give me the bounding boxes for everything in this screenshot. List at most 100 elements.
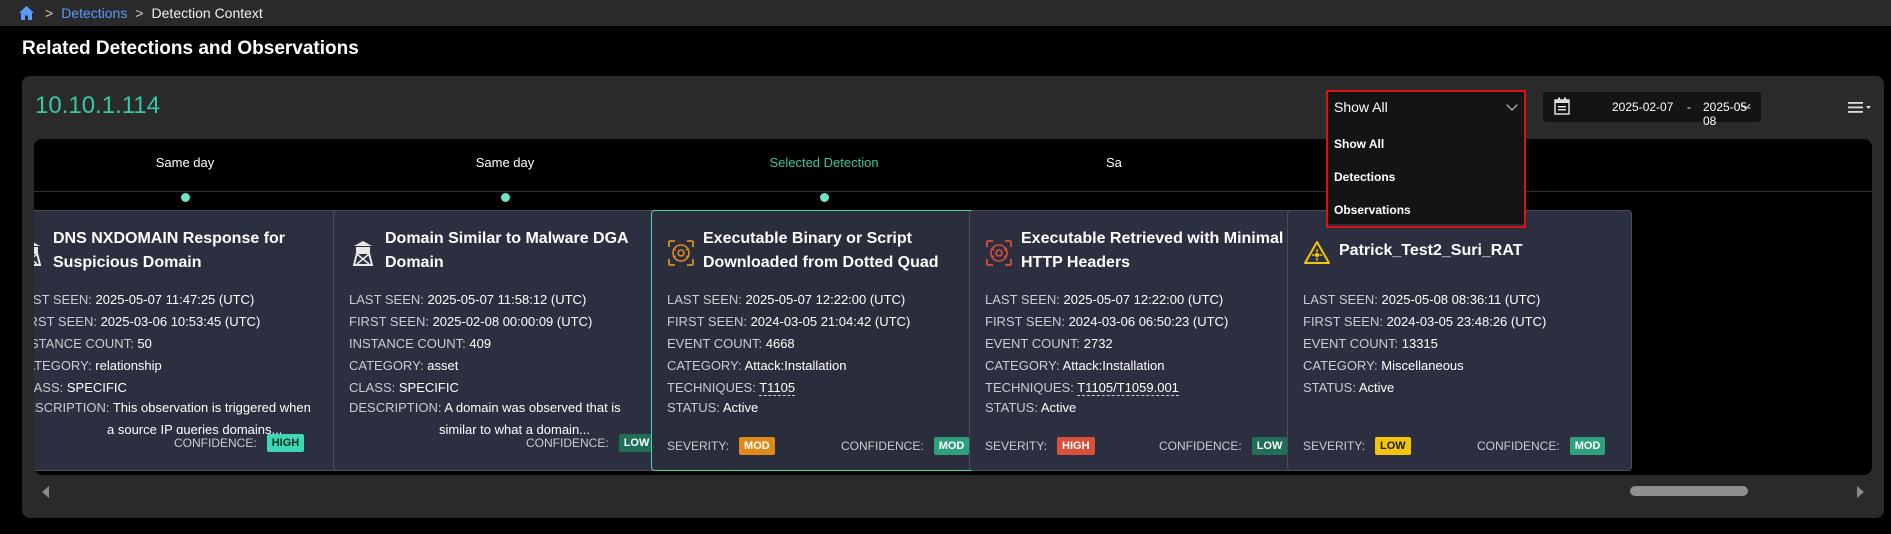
field-value: 2025-05-07 11:47:25 (UTC)	[95, 292, 255, 307]
observation-card[interactable]: Domain Similar to Malware DGA Domain LAS…	[333, 210, 678, 471]
field-value: 2025-03-06 10:53:45 (UTC)	[100, 314, 261, 329]
severity-label: SEVERITY	[1303, 439, 1365, 453]
field-key: DESCRIPTION	[34, 400, 113, 415]
date-end: 2025-05-08	[1703, 100, 1752, 128]
severity-badge: MOD	[739, 437, 775, 455]
scrollbar-thumb[interactable]	[1630, 486, 1748, 496]
severity-badge: HIGH	[1057, 437, 1095, 455]
date-range-picker[interactable]: 2025-02-07 - 2025-05-08	[1543, 92, 1761, 128]
field-key: STATUS	[667, 400, 723, 415]
field-key: CLASS	[349, 380, 399, 395]
confidence: CONFIDENCE LOW	[1159, 437, 1288, 455]
field-value: 4668	[765, 336, 795, 351]
field-value: 2025-05-08 08:36:11 (UTC)	[1381, 292, 1541, 307]
field-key: TECHNIQUES	[667, 380, 759, 395]
field-value: 2025-02-08 00:00:09 (UTC)	[432, 314, 593, 329]
card-title: Domain Similar to Malware DGA Domain	[385, 230, 629, 271]
list-menu-icon[interactable]	[1848, 100, 1872, 114]
scroll-left-arrow-icon[interactable]	[42, 486, 49, 498]
confidence-badge: LOW	[1251, 437, 1288, 455]
field-value: asset	[427, 358, 459, 373]
detection-card[interactable]: Patrick_Test2_Suri_RAT LAST SEEN2025-05-…	[1287, 210, 1632, 471]
field-value: 50	[137, 336, 152, 351]
field-key: LAST SEEN	[34, 292, 96, 307]
chevron-down-icon	[1506, 99, 1518, 111]
bug-target-icon	[986, 240, 1012, 266]
field-key: EVENT COUNT	[985, 336, 1084, 351]
field-value: 2025-05-07 11:58:12 (UTC)	[427, 292, 587, 307]
timeline[interactable]: Same day Same day Selected Detection Sa …	[34, 139, 1872, 475]
technique-link[interactable]: T1105/T1059.001	[1077, 380, 1179, 396]
breadcrumb-separator: >	[135, 5, 144, 21]
field-value: relationship	[95, 358, 162, 373]
confidence-badge: HIGH	[266, 434, 305, 452]
horizontal-scrollbar[interactable]	[34, 484, 1872, 498]
field-value: 2024-03-05 21:04:42 (UTC)	[750, 314, 911, 329]
severity: SEVERITY MOD	[667, 437, 775, 455]
date-start: 2025-02-07	[1612, 100, 1674, 114]
field-key: CATEGORY	[1303, 358, 1381, 373]
severity-label: SEVERITY	[985, 439, 1047, 453]
observation-card[interactable]: DNS NXDOMAIN Response for Suspicious Dom…	[34, 210, 346, 471]
watchtower-icon	[352, 241, 374, 266]
related-panel: 10.10.1.114 Show All Show All Detections…	[22, 76, 1884, 518]
severity: SEVERITY LOW	[1303, 437, 1411, 455]
confidence: CONFIDENCE MOD	[1477, 437, 1606, 455]
filter-option-show-all[interactable]: Show All	[1328, 127, 1526, 160]
field-key: FIRST SEEN	[349, 314, 433, 329]
timeline-dot[interactable]	[500, 193, 510, 202]
filter-select[interactable]: Show All	[1328, 92, 1526, 122]
field-value: Active	[1358, 380, 1395, 395]
home-icon[interactable]	[18, 5, 35, 21]
card-title: DNS NXDOMAIN Response for Suspicious Dom…	[53, 230, 286, 271]
field-key: DESCRIPTION	[349, 400, 444, 415]
field-key: LAST SEEN	[349, 292, 428, 307]
detection-card[interactable]: Executable Retrieved with Minimal HTTP H…	[969, 210, 1314, 471]
ip-address: 10.10.1.114	[35, 92, 161, 119]
timeline-label-selected: Selected Detection	[769, 155, 879, 170]
field-key: CATEGORY	[985, 358, 1063, 373]
confidence-badge: MOD	[933, 437, 970, 455]
field-value: 13315	[1401, 336, 1438, 351]
field-key: CATEGORY	[34, 358, 95, 373]
filter-option-observations[interactable]: Observations	[1328, 193, 1526, 226]
page-title: Related Detections and Observations	[22, 38, 359, 59]
breadcrumb-link-detections[interactable]: Detections	[61, 5, 127, 21]
field-value: SPECIFIC	[66, 380, 127, 395]
description-line: This observation is triggered when	[112, 400, 311, 415]
field-value: Active	[1040, 400, 1077, 415]
field-key: FIRST SEEN	[985, 314, 1069, 329]
timeline-axis	[34, 191, 1872, 192]
confidence: CONFIDENCE LOW	[522, 434, 655, 452]
timeline-label: Same day	[475, 155, 535, 170]
field-value: Attack:Installation	[1062, 358, 1165, 373]
timeline-label: Sa	[1106, 155, 1122, 170]
field-value: 2025-05-07 12:22:00 (UTC)	[745, 292, 906, 307]
severity: SEVERITY HIGH	[985, 437, 1095, 455]
field-value: 2024-03-05 23:48:26 (UTC)	[1386, 314, 1547, 329]
timeline-dot[interactable]	[180, 193, 190, 202]
scroll-right-arrow-icon[interactable]	[1857, 486, 1864, 498]
field-key: TECHNIQUES	[985, 380, 1077, 395]
calendar-icon	[1554, 97, 1570, 115]
field-key: FIRST SEEN	[667, 314, 751, 329]
confidence-label: CONFIDENCE	[174, 436, 257, 450]
field-value: SPECIFIC	[398, 380, 459, 395]
bug-target-icon	[668, 240, 694, 266]
filter-option-detections[interactable]: Detections	[1328, 160, 1526, 193]
field-value: Miscellaneous	[1381, 358, 1464, 373]
breadcrumb-separator: >	[45, 5, 54, 21]
field-key: STATUS	[985, 400, 1041, 415]
card-title: Patrick_Test2_Suri_RAT	[1339, 242, 1523, 259]
card-title: Executable Retrieved with Minimal HTTP H…	[1021, 230, 1284, 271]
detection-card-selected[interactable]: Executable Binary or Script Downloaded f…	[651, 210, 996, 471]
confidence-label: CONFIDENCE	[841, 439, 924, 453]
filter-selected-value: Show All	[1334, 99, 1388, 115]
timeline-dot[interactable]	[819, 193, 829, 202]
technique-link[interactable]: T1105	[759, 380, 796, 396]
confidence: CONFIDENCE HIGH	[170, 434, 305, 452]
confidence-label: CONFIDENCE	[526, 436, 609, 450]
filter-dropdown-menu: Show All Detections Observations	[1328, 122, 1526, 224]
field-key: EVENT COUNT	[667, 336, 766, 351]
date-separator: -	[1687, 100, 1691, 114]
